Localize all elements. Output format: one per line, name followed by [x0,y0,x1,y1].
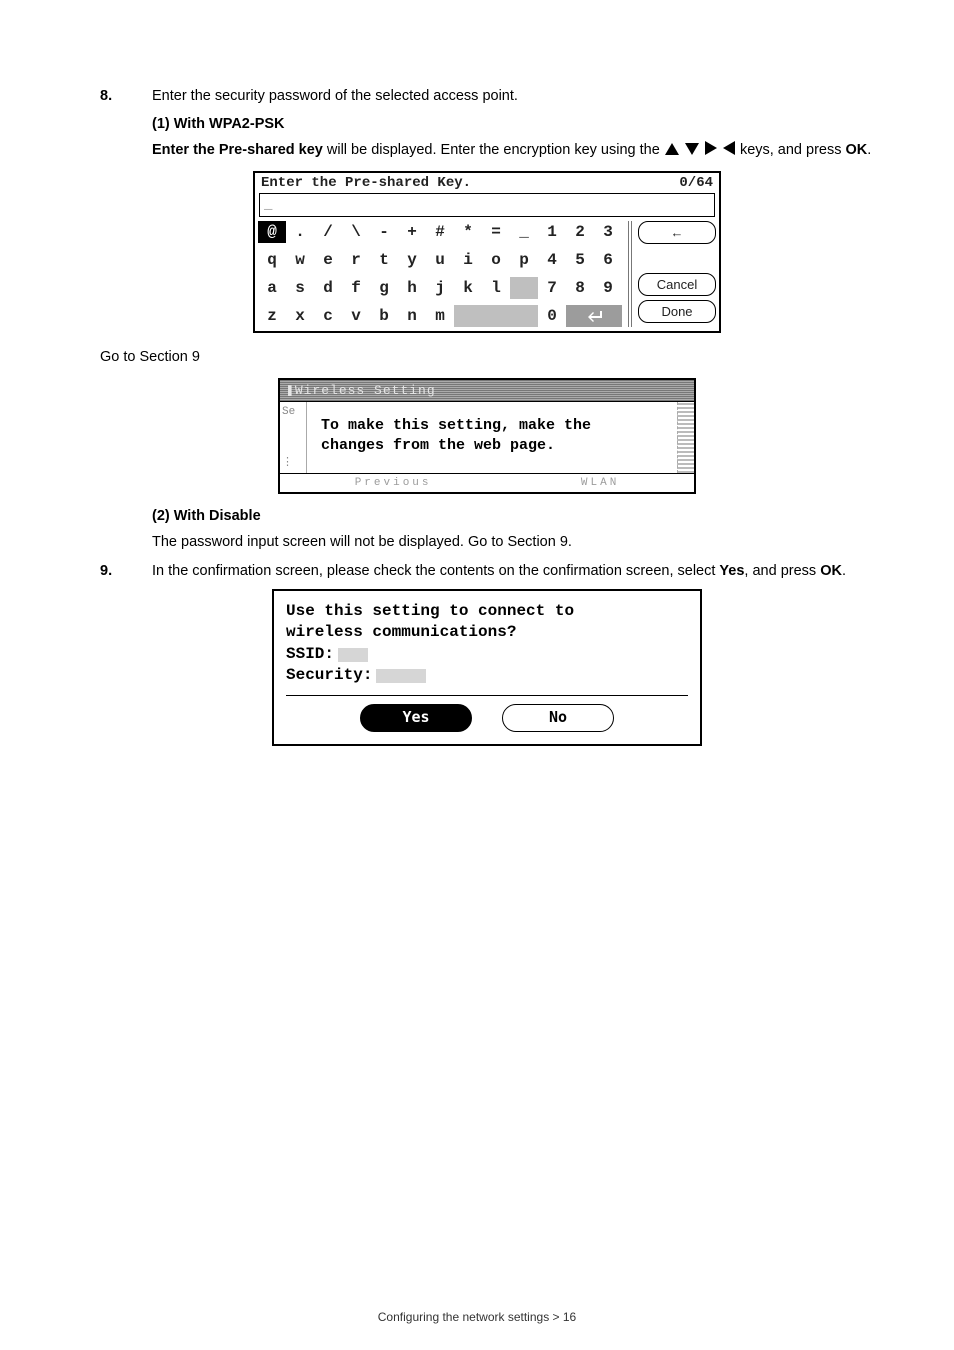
ws-message-line2: changes from the web page. [321,436,667,456]
psk-input-field[interactable]: _ [259,193,715,217]
key-d[interactable]: d [314,277,342,299]
key-hash[interactable]: # [426,221,454,243]
page-footer: Configuring the network settings > 16 [0,1310,954,1324]
section-2-text: The password input screen will not be di… [152,532,874,553]
confirmation-dialog: Use this setting to connect to wireless … [272,589,702,746]
key-8[interactable]: 8 [566,277,594,299]
arrow-left-icon [723,141,735,155]
step-9-text-b: , and press [744,563,820,579]
key-dot[interactable]: . [286,221,314,243]
key-t[interactable]: t [370,249,398,271]
key-f[interactable]: f [342,277,370,299]
conf-ssid-label: SSID: [286,644,334,666]
conf-security-label: Security: [286,665,372,687]
key-j[interactable]: j [426,277,454,299]
key-s[interactable]: s [286,277,314,299]
key-e[interactable]: e [314,249,342,271]
key-m[interactable]: m [426,305,454,327]
key-v[interactable]: v [342,305,370,327]
key-i[interactable]: i [454,249,482,271]
key-z[interactable]: z [258,305,286,327]
no-button[interactable]: No [502,704,614,732]
key-k[interactable]: k [454,277,482,299]
ok-label-1: OK [846,142,868,158]
psk-entry-panel: Enter the Pre-shared Key. 0/64 _ @ . / \… [253,171,721,333]
conf-security-value [376,669,426,683]
step-9-number: 9. [100,563,152,579]
side-spacer [638,248,716,269]
key-b[interactable]: b [370,305,398,327]
step-8-number: 8. [100,88,152,104]
key-enter[interactable] [566,305,622,327]
key-c[interactable]: c [314,305,342,327]
enter-psk-label: Enter the Pre-shared key [152,142,323,158]
key-underscore[interactable]: _ [510,221,538,243]
key-4[interactable]: 4 [538,249,566,271]
conf-divider [286,695,688,696]
key-slash[interactable]: / [314,221,342,243]
key-minus[interactable]: - [370,221,398,243]
psk-entry-title: Enter the Pre-shared Key. [261,175,471,191]
ws-footer-right: WLAN [581,477,619,489]
key-a[interactable]: a [258,277,286,299]
section-1-heading: (1) With WPA2-PSK [152,116,874,132]
arrow-down-icon [685,143,699,155]
key-blank-1[interactable] [510,277,538,299]
enter-icon [586,310,602,322]
ws-left-label: Se [282,406,304,418]
psk-entry-counter: 0/64 [679,175,713,191]
step-9-yes: Yes [719,563,744,579]
yes-button[interactable]: Yes [360,704,472,732]
section-2-heading: (2) With Disable [152,508,874,524]
key-1[interactable]: 1 [538,221,566,243]
key-r[interactable]: r [342,249,370,271]
cancel-button[interactable]: Cancel [638,273,716,296]
key-6[interactable]: 6 [594,249,622,271]
section-1-tail: keys, and press [740,142,846,158]
key-o[interactable]: o [482,249,510,271]
key-n[interactable]: n [398,305,426,327]
step-9-text-a: In the confirmation screen, please check… [152,563,719,579]
wireless-setting-panel: ❚Wireless Setting Se ⋮ To make this sett… [278,378,696,494]
key-g[interactable]: g [370,277,398,299]
key-l[interactable]: l [482,277,510,299]
key-space[interactable] [454,305,538,327]
period-2: . [842,563,846,579]
key-9[interactable]: 9 [594,277,622,299]
key-h[interactable]: h [398,277,426,299]
goto-section-9: Go to Section 9 [100,347,874,368]
conf-line-1: Use this setting to connect to [286,601,688,623]
conf-line-2: wireless communications? [286,622,688,644]
key-y[interactable]: y [398,249,426,271]
arrow-up-icon [665,143,679,155]
key-at[interactable]: @ [258,221,286,243]
done-button[interactable]: Done [638,300,716,323]
section-1-lead: will be displayed. Enter the encryption … [323,142,664,158]
conf-ssid-value [338,648,368,662]
key-x[interactable]: x [286,305,314,327]
key-u[interactable]: u [426,249,454,271]
ok-label-2: OK [820,563,842,579]
key-0[interactable]: 0 [538,305,566,327]
key-2[interactable]: 2 [566,221,594,243]
key-backslash[interactable]: \ [342,221,370,243]
key-w[interactable]: w [286,249,314,271]
key-3[interactable]: 3 [594,221,622,243]
key-5[interactable]: 5 [566,249,594,271]
key-q[interactable]: q [258,249,286,271]
ws-scrollbar[interactable] [677,402,694,473]
key-7[interactable]: 7 [538,277,566,299]
backspace-button[interactable]: ← [638,221,716,244]
key-plus[interactable]: + [398,221,426,243]
arrow-right-icon [705,141,717,155]
ws-message-line1: To make this setting, make the [321,416,667,436]
step-8-text: Enter the security password of the selec… [152,88,874,104]
wireless-setting-title: ❚Wireless Setting [280,380,694,401]
ws-footer-left: Previous [355,477,432,489]
key-equals[interactable]: = [482,221,510,243]
period-1: . [867,142,871,158]
key-star[interactable]: * [454,221,482,243]
key-p[interactable]: p [510,249,538,271]
